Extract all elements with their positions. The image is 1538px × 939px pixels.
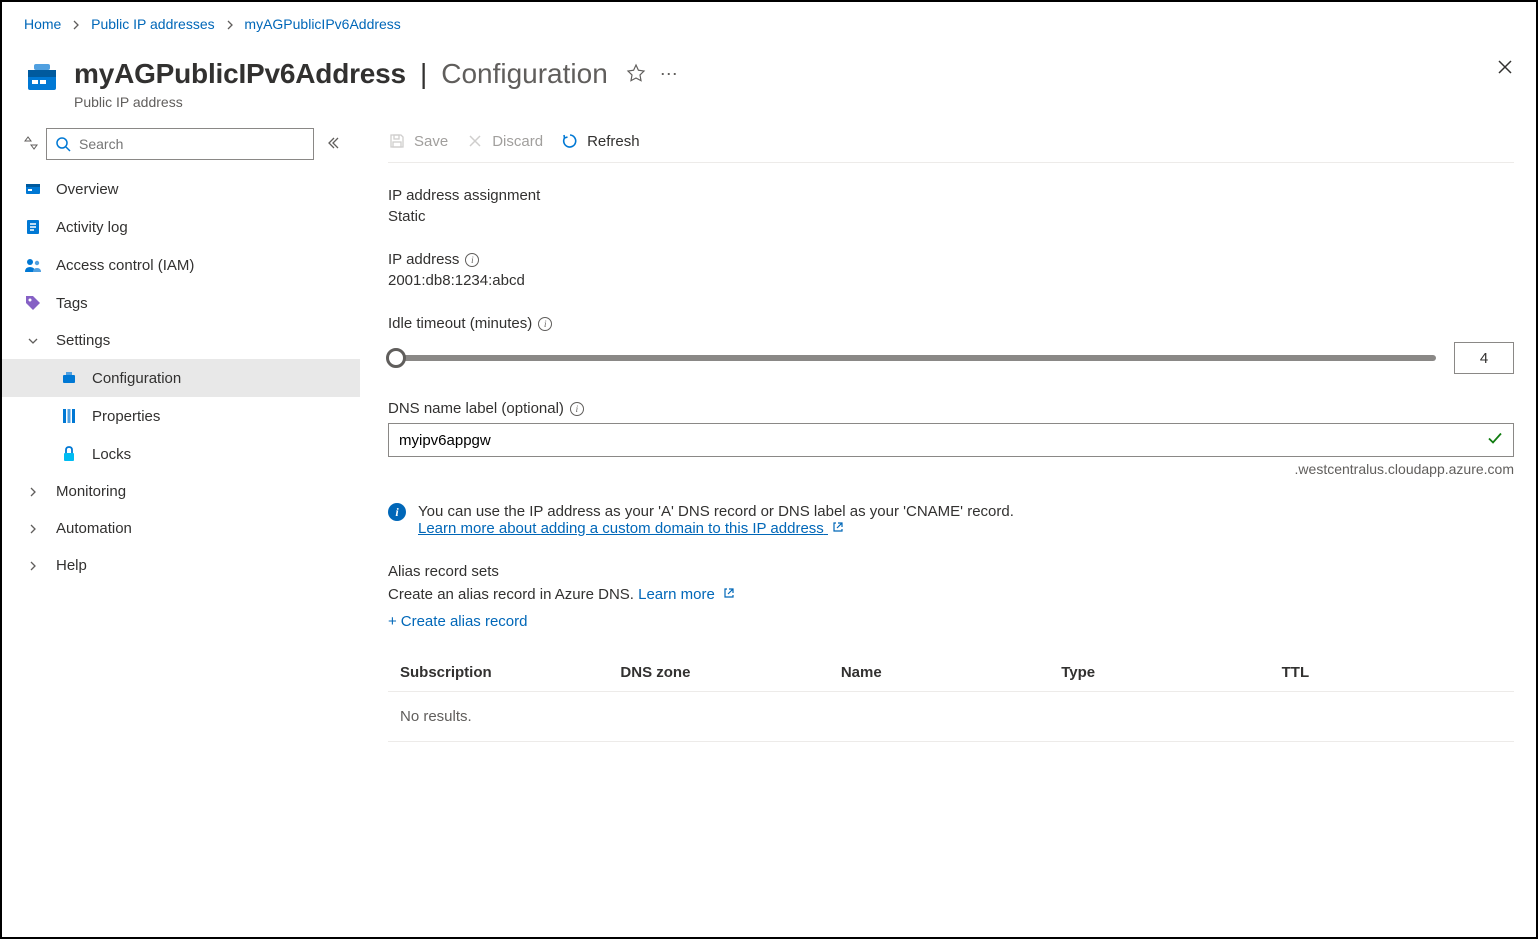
alias-section-title: Alias record sets xyxy=(388,563,1514,580)
ip-assignment-label: IP address assignment xyxy=(388,187,1514,204)
breadcrumb-home[interactable]: Home xyxy=(24,16,61,32)
sidebar-item-help[interactable]: Help xyxy=(2,547,360,584)
sidebar-item-activity-log[interactable]: Activity log xyxy=(2,208,360,246)
public-ip-icon xyxy=(24,60,60,96)
checkmark-icon xyxy=(1486,430,1504,451)
table-empty-row: No results. xyxy=(388,692,1514,742)
ip-address-label: IP address i xyxy=(388,251,1514,268)
activity-log-icon xyxy=(24,218,42,236)
info-icon[interactable]: i xyxy=(465,253,479,267)
table-header-row: Subscription DNS zone Name Type TTL xyxy=(388,654,1514,692)
info-icon: i xyxy=(388,503,406,521)
col-type: Type xyxy=(1061,664,1281,681)
idle-timeout-slider[interactable] xyxy=(388,355,1436,361)
favorite-button[interactable] xyxy=(626,63,646,86)
col-dns-zone: DNS zone xyxy=(620,664,840,681)
save-button: Save xyxy=(388,132,448,150)
sidebar-item-access-control[interactable]: Access control (IAM) xyxy=(2,246,360,284)
ip-address-value: 2001:db8:1234:abcd xyxy=(388,272,1514,289)
sidebar-item-settings[interactable]: Settings xyxy=(2,322,360,359)
dns-label: DNS name label (optional) i xyxy=(388,400,1514,417)
page-subtitle: Public IP address xyxy=(74,94,680,110)
chevron-right-icon xyxy=(24,523,42,535)
search-icon xyxy=(55,136,71,152)
sidebar-item-locks[interactable]: Locks xyxy=(2,435,360,473)
external-link-icon xyxy=(723,586,735,603)
refresh-button[interactable]: Refresh xyxy=(561,132,640,150)
overview-icon xyxy=(24,180,42,198)
sidebar-item-configuration[interactable]: Configuration xyxy=(2,359,360,397)
col-ttl: TTL xyxy=(1282,664,1502,681)
alias-table: Subscription DNS zone Name Type TTL No r… xyxy=(388,654,1514,742)
sidebar-item-label: Access control (IAM) xyxy=(56,257,194,274)
sidebar-item-overview[interactable]: Overview xyxy=(2,170,360,208)
sidebar-item-label: Activity log xyxy=(56,219,128,236)
properties-icon xyxy=(60,407,78,425)
sidebar-item-tags[interactable]: Tags xyxy=(2,284,360,322)
sidebar-item-label: Monitoring xyxy=(56,483,126,500)
page-title: myAGPublicIPv6Address xyxy=(74,58,406,90)
plus-icon: + xyxy=(388,613,397,630)
col-name: Name xyxy=(841,664,1061,681)
page-section: Configuration xyxy=(441,58,608,90)
sidebar-item-monitoring[interactable]: Monitoring xyxy=(2,473,360,510)
chevron-down-icon xyxy=(24,335,42,347)
col-subscription: Subscription xyxy=(400,664,620,681)
search-input[interactable] xyxy=(77,135,305,153)
create-alias-button[interactable]: + Create alias record xyxy=(388,613,1514,630)
chevron-right-icon xyxy=(24,560,42,572)
sidebar-item-label: Automation xyxy=(56,520,132,537)
sidebar-item-label: Configuration xyxy=(92,370,181,387)
toolbar: Save Discard Refresh xyxy=(388,124,1514,163)
sidebar-item-label: Properties xyxy=(92,408,160,425)
sidebar-item-automation[interactable]: Automation xyxy=(2,510,360,547)
sort-icon[interactable] xyxy=(24,135,38,154)
collapse-sidebar-button[interactable] xyxy=(322,136,344,153)
chevron-right-icon xyxy=(71,16,81,32)
tags-icon xyxy=(24,294,42,312)
sidebar-item-properties[interactable]: Properties xyxy=(2,397,360,435)
lock-icon xyxy=(60,445,78,463)
slider-thumb[interactable] xyxy=(386,348,406,368)
learn-more-link[interactable]: Learn more about adding a custom domain … xyxy=(418,520,844,537)
sidebar-item-label: Help xyxy=(56,557,87,574)
discard-button: Discard xyxy=(466,132,543,150)
info-icon[interactable]: i xyxy=(538,317,552,331)
sidebar-item-label: Locks xyxy=(92,446,131,463)
sidebar-item-label: Overview xyxy=(56,181,119,198)
more-button[interactable]: ⋯ xyxy=(660,64,680,85)
info-text: You can use the IP address as your 'A' D… xyxy=(418,503,1014,520)
sidebar-search[interactable] xyxy=(46,128,314,160)
close-button[interactable] xyxy=(1496,58,1514,79)
info-icon[interactable]: i xyxy=(570,402,584,416)
breadcrumb-current[interactable]: myAGPublicIPv6Address xyxy=(244,16,400,32)
info-message: i You can use the IP address as your 'A'… xyxy=(388,503,1514,537)
sidebar: Overview Activity log Access control (IA… xyxy=(2,120,360,937)
breadcrumb-public-ips[interactable]: Public IP addresses xyxy=(91,16,214,32)
dns-name-input[interactable] xyxy=(388,423,1514,457)
idle-timeout-value[interactable]: 4 xyxy=(1454,342,1514,374)
dns-suffix: .westcentralus.cloudapp.azure.com xyxy=(388,461,1514,477)
external-link-icon xyxy=(832,520,844,537)
sidebar-item-label: Settings xyxy=(56,332,110,349)
gear-icon xyxy=(60,369,78,387)
chevron-right-icon xyxy=(24,486,42,498)
page-header: myAGPublicIPv6Address | Configuration ⋯ … xyxy=(2,38,1536,120)
sidebar-item-label: Tags xyxy=(56,295,88,312)
alias-learn-more-link[interactable]: Learn more xyxy=(638,586,735,603)
ip-assignment-value: Static xyxy=(388,208,1514,225)
breadcrumb: Home Public IP addresses myAGPublicIPv6A… xyxy=(2,2,1536,38)
main-content: Save Discard Refresh IP address assignme… xyxy=(360,120,1536,937)
alias-section-desc: Create an alias record in Azure DNS. Lea… xyxy=(388,586,1514,603)
chevron-right-icon xyxy=(225,16,235,32)
access-control-icon xyxy=(24,256,42,274)
idle-timeout-label: Idle timeout (minutes) i xyxy=(388,315,1514,332)
